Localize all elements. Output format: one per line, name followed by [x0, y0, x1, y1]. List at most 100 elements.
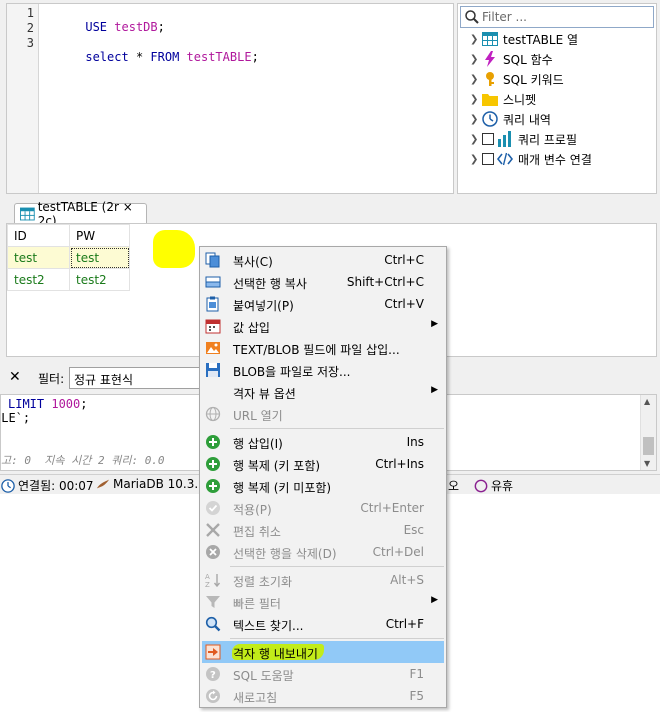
- status-mid-text: 오: [448, 479, 460, 493]
- clock-icon: [482, 111, 498, 127]
- scroll-up-icon[interactable]: ▲: [644, 397, 650, 406]
- menu-item-label: 격자 뷰 옵션: [233, 387, 296, 401]
- submenu-arrow-icon: ▶: [431, 595, 438, 605]
- scroll-thumb[interactable]: [643, 437, 654, 455]
- filter-label: 필터:: [38, 372, 65, 386]
- menu-item-grid-options[interactable]: 격자 뷰 옵션 ▶: [202, 381, 444, 403]
- menu-item-sql-help[interactable]: ? SQL 도움말 F1: [202, 663, 444, 685]
- grid-cell[interactable]: test2: [7, 268, 70, 291]
- expand-arrow-icon[interactable]: ❯: [470, 154, 482, 165]
- menu-item-refresh[interactable]: 새로고침 F5: [202, 685, 444, 707]
- log-scrollbar[interactable]: ▲ ▼: [640, 395, 656, 470]
- sql-editor[interactable]: 1 2 3 USE testDB; select * FROM testTABL…: [6, 3, 454, 194]
- check-icon: [205, 500, 221, 516]
- menu-item-save-blob[interactable]: BLOB을 파일로 저장...: [202, 359, 444, 381]
- menu-item-apply[interactable]: 적용(P) Ctrl+Enter: [202, 497, 444, 519]
- code-line-3[interactable]: select * FROM testTABLE;: [42, 36, 259, 78]
- sql-punct: ;: [251, 50, 259, 64]
- search-icon: [465, 10, 479, 24]
- expand-arrow-icon[interactable]: ❯: [470, 74, 482, 85]
- bind-params-checkbox[interactable]: [482, 153, 494, 165]
- line-number: 3: [26, 36, 34, 50]
- result-grid[interactable]: ID PW test test test2 test2: [7, 224, 130, 291]
- grid-cell[interactable]: test: [69, 246, 130, 269]
- tree-item-query-history[interactable]: ❯ 쿼리 내역: [470, 109, 551, 129]
- tree-item-sql-keywords[interactable]: ❯ SQL 키워드: [470, 69, 564, 89]
- expand-arrow-icon[interactable]: ❯: [470, 114, 482, 125]
- scroll-down-icon[interactable]: ▼: [644, 459, 650, 468]
- menu-item-label: SQL 도움말: [233, 669, 294, 683]
- expand-arrow-icon[interactable]: ❯: [470, 54, 482, 65]
- tree-item-columns[interactable]: ❯ testTABLE 열: [470, 29, 578, 49]
- menu-separator: [230, 428, 444, 429]
- menu-item-open-url[interactable]: URL 열기: [202, 403, 444, 425]
- filter-input[interactable]: 정규 표현식: [69, 367, 209, 389]
- grid-cell[interactable]: test: [7, 246, 70, 269]
- expand-arrow-icon[interactable]: ❯: [470, 94, 482, 105]
- helper-filter-input[interactable]: Filter ...: [460, 6, 654, 28]
- menu-item-cancel-edit[interactable]: 편집 취소 Esc: [202, 519, 444, 541]
- line-number: 1: [26, 6, 34, 20]
- column-header-pw[interactable]: PW: [69, 224, 130, 247]
- menu-item-copy[interactable]: 복사(C) Ctrl+C: [202, 249, 444, 271]
- menu-item-label: BLOB을 파일로 저장...: [233, 365, 351, 379]
- menu-item-copy-rows[interactable]: 선택한 행 복사 Shift+Ctrl+C: [202, 271, 444, 293]
- paste-icon: [205, 296, 221, 312]
- log-line: LIMIT 1000;: [8, 397, 88, 411]
- menu-item-label: 텍스트 찾기...: [233, 619, 304, 633]
- table-row[interactable]: test test: [7, 246, 130, 269]
- menu-item-export-grid-rows[interactable]: 격자 행 내보내기: [202, 641, 444, 663]
- menu-item-label: 값 삽입: [233, 321, 270, 335]
- menu-item-duplicate-without-key[interactable]: 행 복제 (키 미포함): [202, 475, 444, 497]
- menu-item-label: URL 열기: [233, 409, 283, 423]
- menu-item-shortcut: Ctrl+Ins: [375, 457, 424, 471]
- tree-item-label: 스니펫: [503, 92, 537, 107]
- cancel-x-icon: [205, 522, 221, 538]
- result-tab[interactable]: testTABLE (2r × 2c): [14, 200, 147, 228]
- image-file-icon: [205, 340, 221, 356]
- svg-text:A: A: [205, 573, 210, 581]
- status-connected: 연결됨: 00:07: [1, 477, 94, 494]
- helper-panel: Filter ... ❯ testTABLE 열 ❯ SQL 함수 ❯ SQL …: [457, 3, 657, 194]
- expand-arrow-icon[interactable]: ❯: [470, 134, 482, 145]
- grid-cell[interactable]: test2: [69, 268, 130, 291]
- menu-item-insert-value[interactable]: 값 삽입 ▶: [202, 315, 444, 337]
- menu-item-paste[interactable]: 붙여넣기(P) Ctrl+V: [202, 293, 444, 315]
- query-profile-checkbox[interactable]: [482, 133, 494, 145]
- tree-item-label: 쿼리 내역: [503, 112, 551, 127]
- tree-item-query-profile[interactable]: ❯ 쿼리 프로필: [470, 129, 577, 149]
- menu-item-reset-sort[interactable]: AZ 정렬 초기화 Alt+S: [202, 569, 444, 591]
- close-filter-icon[interactable]: ✕: [9, 369, 21, 385]
- menu-item-shortcut: Ins: [406, 435, 424, 449]
- export-arrow-icon: [205, 644, 221, 660]
- menu-item-label: 복사(C): [233, 255, 273, 269]
- expand-arrow-icon[interactable]: ❯: [470, 34, 482, 45]
- log-line: BLE`;: [1, 411, 31, 425]
- menu-item-find-text[interactable]: 텍스트 찾기... Ctrl+F: [202, 613, 444, 635]
- menu-item-insert-file[interactable]: TEXT/BLOB 필드에 파일 삽입...: [202, 337, 444, 359]
- menu-item-shortcut: Ctrl+Del: [372, 545, 424, 559]
- globe-icon: [205, 406, 221, 422]
- tree-item-sql-functions[interactable]: ❯ SQL 함수: [470, 49, 553, 69]
- column-header-id[interactable]: ID: [7, 224, 70, 247]
- menu-item-quick-filter[interactable]: 빠른 필터 ▶: [202, 591, 444, 613]
- folder-icon: [482, 91, 498, 107]
- sql-keyword: FROM: [150, 50, 187, 64]
- tree-item-bind-params[interactable]: ❯ 매개 변수 연결: [470, 149, 592, 169]
- table-row[interactable]: test2 test2: [7, 268, 130, 291]
- menu-item-label: 행 복제 (키 포함): [233, 459, 321, 473]
- plus-green-icon: [205, 478, 221, 494]
- menu-item-shortcut: Esc: [403, 523, 424, 537]
- table-icon: [482, 31, 498, 47]
- menu-item-insert-row[interactable]: 행 삽입(I) Ins: [202, 431, 444, 453]
- grid-header-row: ID PW: [7, 224, 130, 247]
- sort-az-icon: AZ: [205, 572, 221, 588]
- status-server: MariaDB 10.3.2: [96, 477, 206, 491]
- menu-item-delete-rows[interactable]: 선택한 행을 삭제(D) Ctrl+Del: [202, 541, 444, 563]
- delete-circle-icon: [205, 544, 221, 560]
- menu-item-label: 행 복제 (키 미포함): [233, 481, 332, 495]
- tree-item-snippets[interactable]: ❯ 스니펫: [470, 89, 536, 109]
- menu-item-duplicate-with-key[interactable]: 행 복제 (키 포함) Ctrl+Ins: [202, 453, 444, 475]
- menu-separator: [230, 638, 444, 639]
- tree-item-label: 쿼리 프로필: [518, 132, 578, 147]
